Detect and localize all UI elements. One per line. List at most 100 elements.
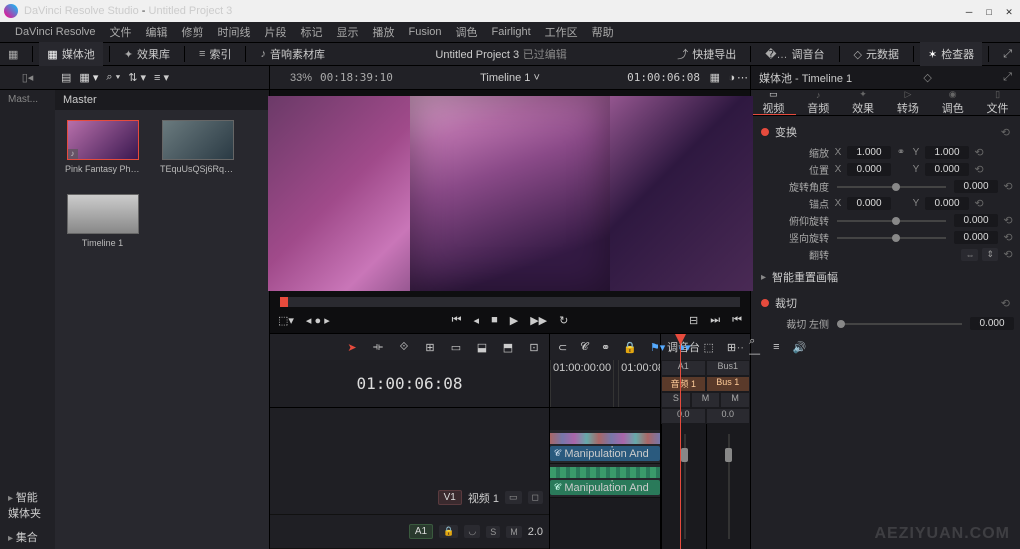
snap-icon[interactable]: ⊂: [558, 341, 567, 354]
overwrite-tool[interactable]: ▭: [449, 341, 463, 354]
menu-item[interactable]: 调色: [449, 24, 485, 40]
prev-frame-button[interactable]: ◂: [474, 314, 480, 327]
reset-icon[interactable]: ⟲: [1002, 231, 1014, 244]
v1-source[interactable]: V1: [438, 490, 462, 505]
sort-icon[interactable]: ⇅ ▾: [128, 71, 146, 84]
grid-view-icon[interactable]: ▦ ▾: [79, 71, 98, 84]
menu-item[interactable]: 修剪: [175, 24, 211, 40]
anchor-y-input[interactable]: 0.000: [925, 197, 969, 210]
media-pool-tab[interactable]: ▦ 媒体池: [39, 42, 102, 66]
menu-item[interactable]: 标记: [294, 24, 330, 40]
pitch-slider[interactable]: [837, 220, 946, 222]
reset-icon[interactable]: ⟲: [1001, 297, 1010, 310]
crop-left-input[interactable]: 0.000: [970, 317, 1014, 330]
minimize-button[interactable]: —: [962, 5, 976, 18]
mute-button[interactable]: M: [721, 393, 749, 407]
stop-button[interactable]: ■: [491, 314, 498, 326]
index-tab[interactable]: ≡ 索引: [191, 42, 239, 66]
go-end-button[interactable]: ⏭: [710, 314, 720, 327]
next-frame-button[interactable]: ▶▶: [530, 314, 547, 327]
play-button[interactable]: ▶: [510, 314, 518, 327]
inspector-tab-video[interactable]: ▭视频: [751, 90, 796, 115]
reset-icon[interactable]: ⟲: [973, 163, 985, 176]
link-icon[interactable]: ⚭: [895, 147, 907, 158]
flip-h-button[interactable]: ⇔: [961, 249, 978, 261]
keyframe-icon[interactable]: ◇: [923, 71, 931, 84]
master-tab[interactable]: Master: [63, 94, 97, 106]
smart-bins[interactable]: ▸ 智能媒体夹: [0, 485, 55, 525]
master-folder[interactable]: Mast...: [0, 90, 55, 109]
razor-icon[interactable]: ⬚: [704, 341, 714, 354]
timeline-current-timecode[interactable]: 01:00:06:08: [270, 360, 549, 408]
flip-v-button[interactable]: ⇕: [982, 248, 998, 261]
track-lock-icon[interactable]: 🔒: [439, 525, 458, 538]
menu-item[interactable]: Fusion: [402, 26, 449, 38]
mute-button[interactable]: M: [506, 526, 522, 538]
inspector-tab-audio[interactable]: ♪音频: [796, 90, 841, 115]
go-start-button[interactable]: ⏮: [732, 314, 742, 327]
bypass-icon[interactable]: ◑: [728, 72, 735, 84]
fader-a1[interactable]: [661, 424, 706, 549]
a1-source[interactable]: A1: [409, 524, 433, 539]
maximize-button[interactable]: ☐: [982, 5, 996, 18]
effects-tab[interactable]: ✦ 效果库: [116, 42, 178, 66]
blade-tool[interactable]: ⟐: [397, 341, 411, 354]
selection-tool[interactable]: ➤: [345, 341, 359, 354]
lock-icon[interactable]: 🔒: [623, 341, 637, 354]
close-button[interactable]: ✕: [1002, 5, 1016, 18]
solo-button[interactable]: S: [662, 393, 690, 407]
menu-item[interactable]: Fairlight: [485, 26, 538, 38]
insert-tool[interactable]: ⊞: [423, 341, 437, 354]
track-disable-icon[interactable]: ◻: [528, 491, 543, 504]
inspector-tab-color[interactable]: ◉调色: [930, 90, 975, 115]
quick-export-tab[interactable]: ⤴ 快捷导出: [669, 42, 744, 66]
position-y-input[interactable]: 0.000: [925, 163, 969, 176]
reset-icon[interactable]: ⟲: [1002, 180, 1014, 193]
video-track-header[interactable]: V1 视频 1 ▭ ◻: [270, 481, 549, 515]
volume-icon[interactable]: 🔊: [793, 341, 807, 354]
marker-nav-icon[interactable]: ◂ ● ▸: [306, 314, 330, 327]
inspector-tab-effects[interactable]: ✦效果: [841, 90, 886, 115]
transform-section[interactable]: 变换 ⟲: [751, 120, 1020, 144]
timeline-thumbnail[interactable]: [67, 194, 139, 234]
zoom-level[interactable]: 33%: [290, 72, 312, 84]
filter-icon[interactable]: ≡ ▾: [154, 71, 169, 84]
viewer-scrubber[interactable]: [280, 297, 740, 307]
append-tool[interactable]: ⬒: [501, 341, 515, 354]
enabled-dot-icon[interactable]: [761, 299, 769, 307]
first-frame-button[interactable]: ⏮: [452, 314, 462, 327]
media-clip[interactable]: ♪ Pink Fantasy Phot...: [65, 120, 140, 174]
menu-item[interactable]: DaVinci Resolve: [8, 26, 103, 38]
level-value[interactable]: 0.0: [707, 409, 750, 423]
yaw-input[interactable]: 0.000: [954, 231, 998, 244]
inspector-tab-file[interactable]: ▯文件: [975, 90, 1020, 115]
crop-left-slider[interactable]: [837, 323, 962, 325]
menu-item[interactable]: 工作区: [538, 24, 585, 40]
track-lock-icon[interactable]: ▭: [505, 491, 522, 504]
reset-icon[interactable]: ⟲: [973, 146, 985, 159]
menu-item[interactable]: 播放: [366, 24, 402, 40]
insert-icon[interactable]: ⊟: [689, 314, 698, 327]
rotation-slider[interactable]: [837, 186, 946, 188]
link-icon[interactable]: 𝓒: [580, 341, 588, 354]
timeline-name-dropdown[interactable]: Timeline 1 ˅: [480, 72, 540, 84]
metadata-tab[interactable]: ◇ 元数据: [846, 42, 907, 66]
expand-icon[interactable]: ⤢: [1003, 71, 1012, 84]
pitch-input[interactable]: 0.000: [954, 214, 998, 227]
reset-icon[interactable]: ⟲: [1001, 126, 1010, 139]
flag-icon[interactable]: ⚑▾: [650, 341, 665, 354]
video-track[interactable]: 𝓒 Pink Fantasy Photoshop Manipulation An…: [550, 430, 660, 464]
mute-button[interactable]: M: [692, 393, 720, 407]
timeline-menu-icon[interactable]: ≡: [773, 341, 779, 353]
mixer-tab[interactable]: �… 调音台: [757, 42, 832, 66]
trim-tool[interactable]: ⟛: [371, 341, 385, 354]
media-clip[interactable]: TEquUsQSj6Rqz5j...: [160, 120, 235, 174]
position-x-input[interactable]: 0.000: [847, 163, 891, 176]
loop-button[interactable]: ↻: [559, 314, 568, 327]
viewer-mode-icon[interactable]: ▦: [710, 71, 720, 84]
expand-icon[interactable]: ⤢: [995, 42, 1020, 66]
sound-lib-tab[interactable]: ♪ 音响素材库: [252, 42, 333, 66]
timeline-ruler[interactable]: 01:00:00:00 01:00:08:00 01:00:16:00 01:0…: [550, 360, 660, 408]
layout-icon[interactable]: ▦: [0, 42, 26, 66]
zoom-x-input[interactable]: 1.000: [847, 146, 891, 159]
